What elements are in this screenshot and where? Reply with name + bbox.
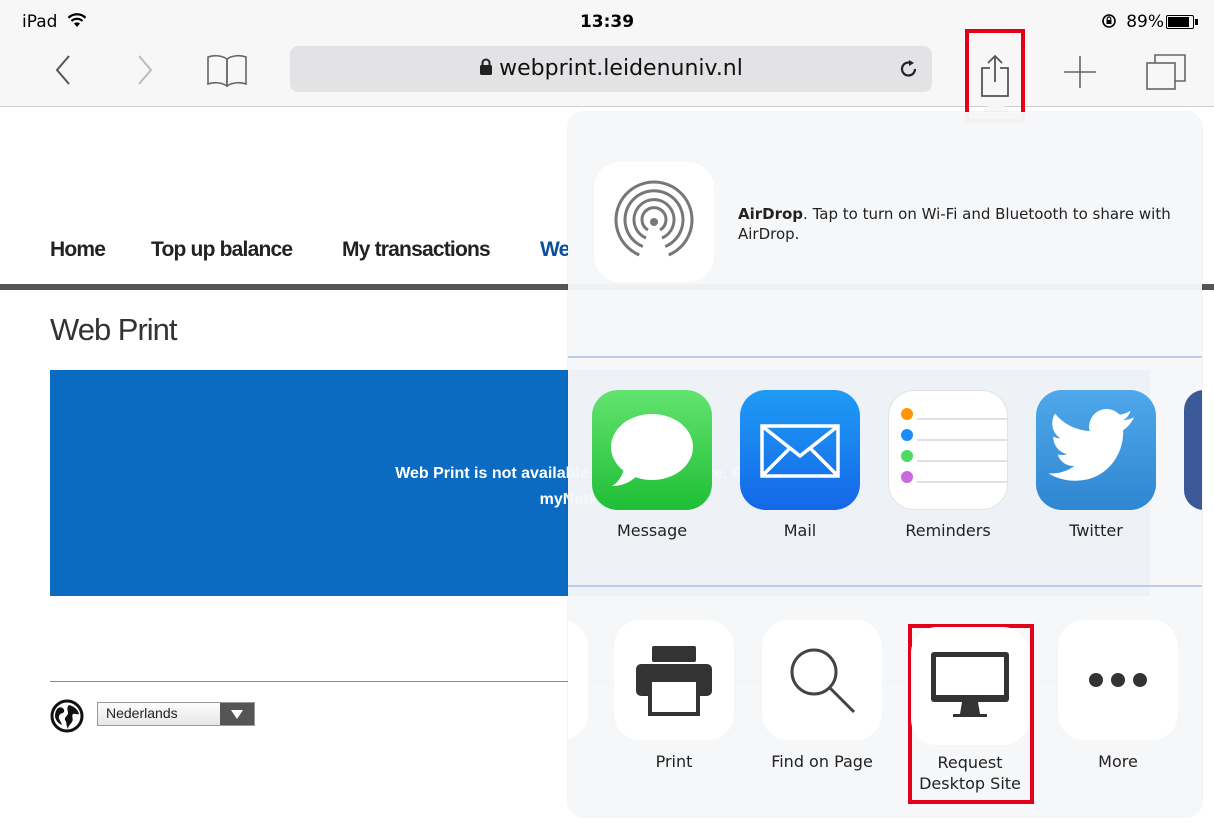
bookmarks-button[interactable] (202, 50, 252, 90)
tabs-icon (1146, 54, 1186, 90)
request-desktop-label: Request Desktop Site (919, 753, 1021, 793)
status-battery-group: 89% (1101, 12, 1164, 32)
nav-web-print[interactable]: We (540, 238, 570, 262)
share-icon (981, 54, 1009, 97)
share-divider-1 (568, 356, 1202, 358)
airdrop-text: . Tap to turn on Wi-Fi and Bluetooth to … (738, 205, 1171, 243)
battery-percent: 89% (1126, 12, 1164, 32)
status-time: 13:39 (579, 12, 635, 32)
reminders-icon (901, 408, 1007, 483)
facebook-app-tile-partial[interactable] (1184, 390, 1202, 510)
status-bar: iPad 13:39 89% (0, 0, 1214, 40)
reload-button[interactable] (894, 54, 924, 84)
browser-toolbar: webprint.leidenuniv.nl (0, 29, 1214, 123)
battery-icon (1166, 15, 1198, 29)
url-text-row: webprint.leidenuniv.nl (290, 56, 932, 81)
address-bar[interactable]: webprint.leidenuniv.nl (290, 46, 932, 92)
twitter-app-tile[interactable] (1036, 390, 1156, 510)
find-on-page-action-tile[interactable] (762, 620, 882, 740)
reminders-app-tile[interactable] (888, 390, 1008, 510)
airdrop-icon (614, 180, 694, 258)
more-action-tile[interactable] (1058, 620, 1178, 740)
back-button[interactable] (48, 52, 78, 88)
nav-my-transactions[interactable]: My transactions (342, 238, 491, 262)
find-on-page-label: Find on Page (771, 752, 873, 771)
action-tile-partial[interactable] (568, 620, 588, 740)
print-action-tile[interactable] (614, 620, 734, 740)
request-desktop-action-tile[interactable] (911, 627, 1029, 745)
popover-arrow (982, 98, 1010, 112)
language-value: Nederlands (106, 705, 178, 721)
desktop-icon (931, 652, 1009, 717)
airdrop-description: AirDrop. Tap to turn on Wi-Fi and Blueto… (738, 204, 1188, 244)
print-label: Print (655, 752, 693, 771)
twitter-label: Twitter (1069, 521, 1123, 540)
twitter-icon (1048, 409, 1135, 481)
language-select[interactable]: Nederlands (97, 702, 255, 726)
messages-icon (611, 414, 693, 486)
dropdown-arrow-icon (220, 703, 254, 725)
globe-icon (50, 699, 84, 733)
printer-icon (636, 646, 712, 716)
forward-button[interactable] (130, 52, 160, 88)
book-icon (207, 54, 247, 87)
plus-icon (1064, 56, 1096, 88)
more-label: More (1098, 752, 1138, 771)
chevron-right-icon (138, 55, 153, 85)
share-divider-2 (568, 585, 1202, 587)
airdrop-tile[interactable] (594, 162, 714, 282)
mail-app-tile[interactable] (740, 390, 860, 510)
magnifier-icon (790, 648, 856, 714)
new-tab-button[interactable] (1060, 52, 1100, 92)
mail-label: Mail (783, 521, 817, 540)
nav-top-up-balance[interactable]: Top up balance (151, 238, 293, 262)
rotation-lock-icon (1101, 14, 1116, 28)
reminders-label: Reminders (905, 521, 991, 540)
reload-icon (900, 60, 917, 77)
messages-label: Message (616, 521, 688, 540)
more-icon (1089, 673, 1147, 687)
mail-icon (760, 424, 840, 478)
share-sheet: AirDrop. Tap to turn on Wi-Fi and Blueto… (568, 112, 1202, 817)
url: webprint.leidenuniv.nl (499, 56, 743, 81)
nav-home[interactable]: Home (50, 238, 106, 262)
messages-app-tile[interactable] (592, 390, 712, 510)
lock-icon (480, 58, 493, 75)
chevron-left-icon (55, 55, 70, 85)
tabs-button[interactable] (1142, 50, 1190, 94)
page-title: Web Print (50, 312, 178, 347)
airdrop-title: AirDrop (738, 205, 804, 223)
